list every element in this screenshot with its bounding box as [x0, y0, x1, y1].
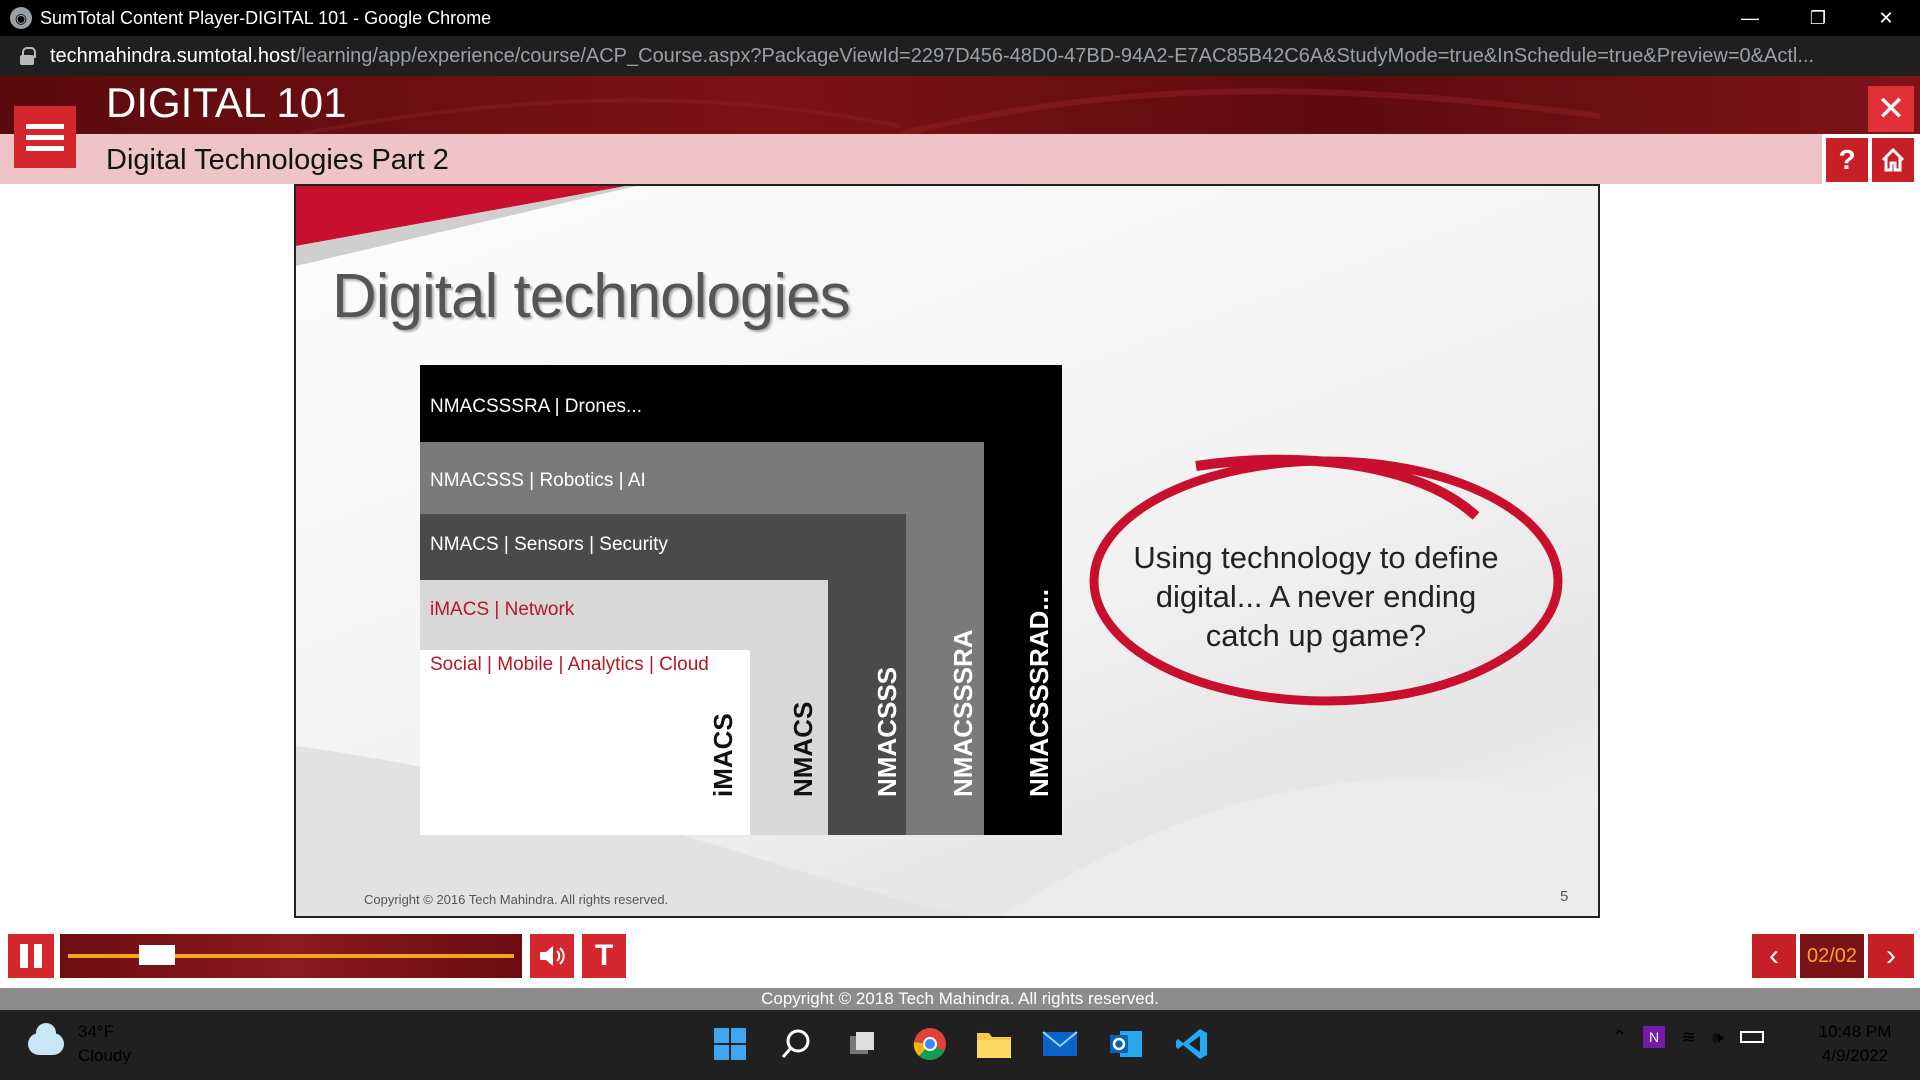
volume-icon[interactable]: 🕪	[1712, 1027, 1723, 1048]
progress-bar[interactable]	[60, 934, 522, 978]
volume-button[interactable]	[530, 934, 574, 978]
progress-track[interactable]	[68, 954, 514, 958]
speaker-icon	[540, 946, 565, 966]
slide-heading: Digital technologies	[332, 262, 851, 331]
pause-button[interactable]	[8, 934, 54, 978]
slide-copyright: Copyright © 2016 Tech Mahindra. All righ…	[364, 892, 669, 907]
home-button[interactable]	[1872, 138, 1914, 182]
page-indicator: 02/02	[1800, 934, 1864, 978]
chrome-taskbar-button[interactable]	[908, 1024, 952, 1064]
pause-icon	[20, 944, 28, 968]
layer-vertical-1: NMACSSSRAD...	[1024, 588, 1054, 797]
layer-vertical-4: NMACS	[788, 701, 818, 797]
weather-desc: Cloudy	[78, 1046, 131, 1065]
mail-button[interactable]	[1040, 1024, 1080, 1064]
url-host: techmahindra.sumtotal.host	[50, 44, 296, 67]
search-button[interactable]	[776, 1024, 816, 1064]
course-title: DIGITAL 101	[106, 79, 347, 126]
slide-page-number: 5	[1560, 888, 1569, 905]
menu-button[interactable]	[14, 106, 76, 168]
task-view-icon	[850, 1032, 874, 1054]
chevron-up-icon[interactable]: ⌃	[1612, 1027, 1627, 1048]
weather-widget[interactable]: 34°F Cloudy	[28, 1020, 131, 1068]
layer-label-4: iMACS | Network	[430, 599, 575, 620]
vscode-icon	[1176, 1029, 1207, 1059]
help-button[interactable]: ?	[1826, 138, 1868, 182]
onenote-icon[interactable]: N	[1643, 1026, 1666, 1048]
cloud-icon	[28, 1023, 64, 1055]
restore-button[interactable]: ❐	[1784, 0, 1852, 36]
url-path: /learning/app/experience/course/ACP_Cour…	[295, 44, 1815, 67]
layer-vertical-2: NMACSSSRA	[948, 629, 978, 797]
wifi-icon[interactable]: ≋	[1681, 1027, 1696, 1048]
layer-label-3: NMACS | Sensors | Security	[430, 534, 668, 555]
callout-text: Using technology to define digital... A …	[1133, 540, 1499, 653]
layer-vertical-3: NMACSSS	[872, 666, 902, 797]
task-view-button[interactable]	[842, 1024, 882, 1064]
layer-label-1: NMACSSSRA | Drones...	[430, 396, 642, 417]
windows-start-icon	[714, 1028, 746, 1060]
previous-page-button[interactable]: ‹	[1752, 934, 1796, 978]
close-player-button[interactable]: ✕	[1868, 86, 1914, 132]
browser-title-bar: ◉ SumTotal Content Player-DIGITAL 101 - …	[0, 0, 1920, 36]
folder-icon	[977, 1033, 1011, 1058]
player-copyright: Copyright © 2018 Tech Mahindra. All righ…	[0, 988, 1920, 1010]
url-text[interactable]: techmahindra.sumtotal.host/learning/app/…	[50, 45, 1910, 68]
next-page-button[interactable]: ›	[1868, 934, 1914, 978]
window-title: SumTotal Content Player-DIGITAL 101 - Go…	[40, 7, 492, 28]
system-tray: ⌃ N ≋ 🕪	[1612, 1026, 1764, 1048]
mail-icon	[1042, 1031, 1078, 1056]
transcript-button[interactable]: T	[582, 934, 626, 978]
chrome-icon	[913, 1028, 946, 1061]
weather-temp: 34°F	[78, 1022, 115, 1041]
slide: Digital technologies NMACSSSRA | Drones.…	[294, 184, 1600, 918]
address-bar[interactable]: techmahindra.sumtotal.host/learning/app/…	[0, 36, 1920, 76]
minimize-button[interactable]: —	[1716, 0, 1784, 36]
vscode-button[interactable]	[1172, 1024, 1212, 1064]
progress-handle[interactable]	[139, 945, 175, 965]
clock[interactable]: 10:48 PM 4/9/2022	[1810, 1020, 1900, 1068]
clock-date: 4/9/2022	[1821, 1046, 1889, 1065]
battery-icon[interactable]	[1739, 1031, 1764, 1043]
outlook-icon	[1110, 1031, 1142, 1057]
home-icon	[1881, 147, 1905, 172]
search-icon	[781, 1029, 810, 1058]
lock-icon[interactable]	[20, 47, 36, 65]
globe-icon: ◉	[10, 7, 32, 29]
clock-time: 10:48 PM	[1818, 1022, 1892, 1041]
start-button[interactable]	[710, 1024, 750, 1064]
outlook-button[interactable]	[1106, 1024, 1146, 1064]
layer-vertical-5: iMACS	[708, 713, 738, 797]
layer-label-2: NMACSSS | Robotics | AI	[430, 470, 646, 491]
window-close-button[interactable]: ✕	[1852, 0, 1920, 36]
layer-block-5: Social | Mobile | Analytics | Cloud iMAC…	[420, 650, 750, 835]
layer-label-5: Social | Mobile | Analytics | Cloud	[430, 654, 709, 675]
module-title: Digital Technologies Part 2	[106, 144, 449, 176]
file-explorer-button[interactable]	[974, 1024, 1014, 1064]
hamburger-icon	[26, 123, 64, 129]
